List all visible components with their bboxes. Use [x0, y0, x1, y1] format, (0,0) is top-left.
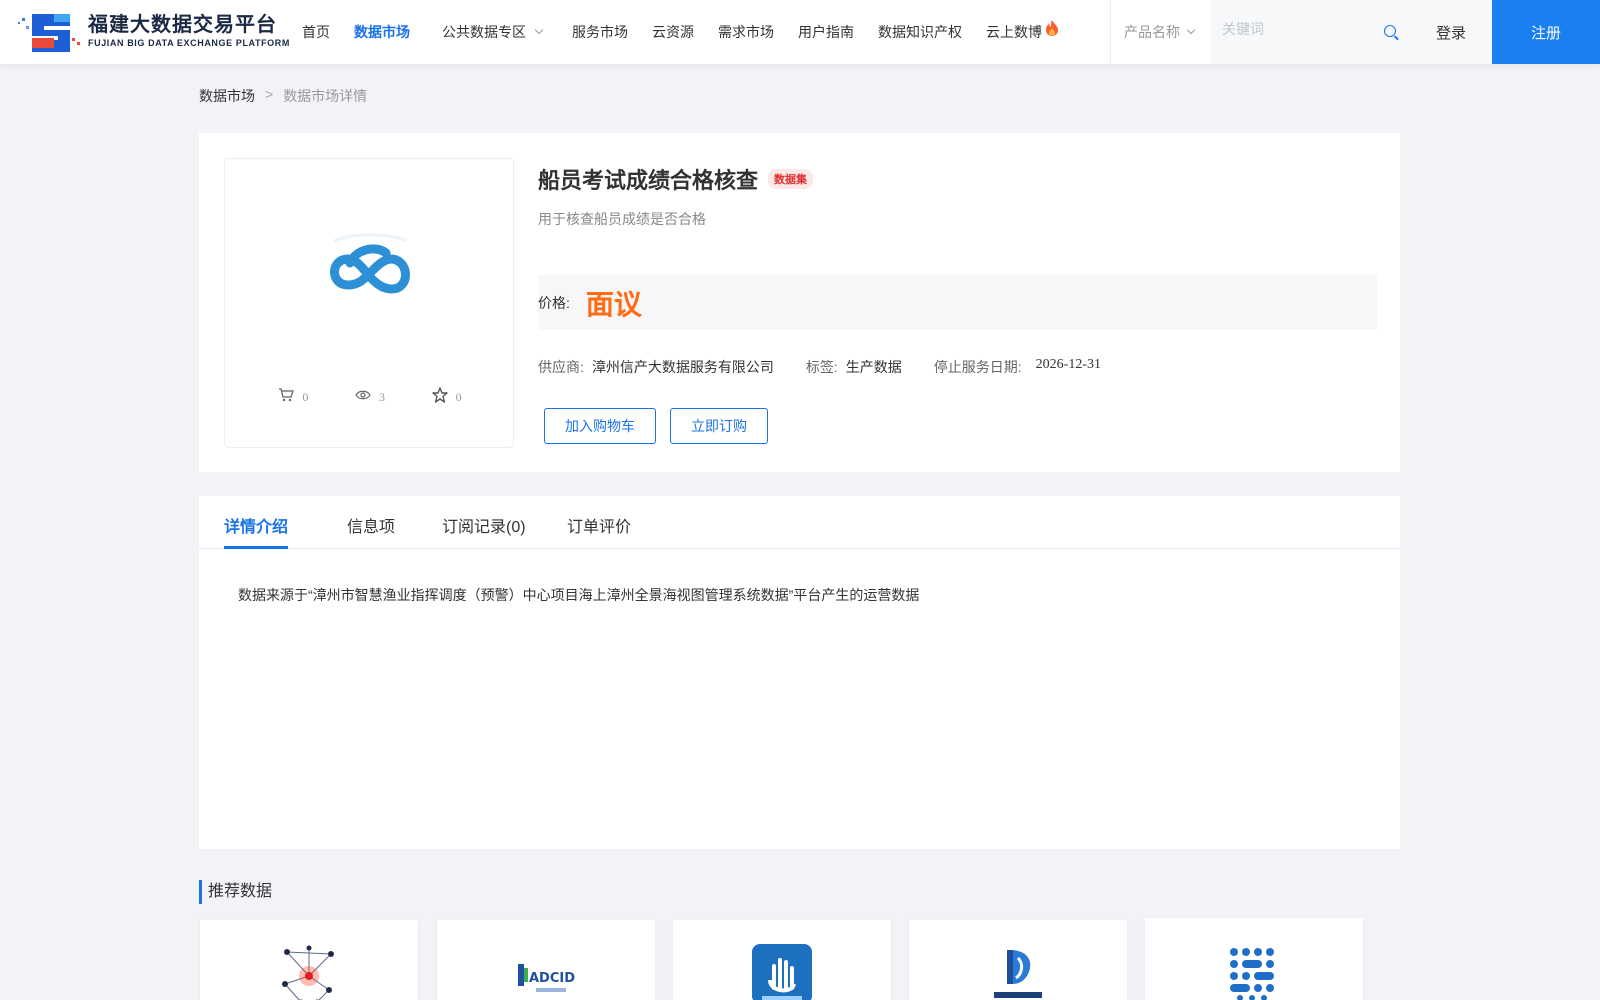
- tab-order-reviews[interactable]: 订单评价: [567, 513, 631, 537]
- recommend-card[interactable]: [909, 920, 1127, 1000]
- recommend-card[interactable]: [673, 920, 891, 1000]
- search-icon[interactable]: [1384, 25, 1396, 37]
- chevron-down-icon: [534, 25, 544, 35]
- detail-tabs: 详情介绍 信息项 订阅记录(0) 订单评价: [199, 496, 1400, 549]
- recommend-card[interactable]: ADCID: [437, 920, 655, 1000]
- site-logo[interactable]: 福建大数据交易平台 FUJIAN BIG DATA EXCHANGE PLATF…: [16, 8, 290, 54]
- recommend-card[interactable]: [1145, 918, 1363, 1000]
- favorite-count-stat[interactable]: 0: [431, 387, 462, 407]
- detail-card: 详情介绍 信息项 订阅记录(0) 订单评价 数据来源于“漳州市智慧渔业指挥调度（…: [199, 496, 1400, 849]
- breadcrumb-data-market[interactable]: 数据市场: [199, 86, 255, 106]
- product-thumbnail: 0 3 0: [224, 158, 514, 448]
- nav-cloud-expo-label: 云上数博: [986, 24, 1042, 40]
- breadcrumb-separator: >: [265, 86, 274, 102]
- nav-public-data-label: 公共数据专区: [442, 24, 526, 40]
- register-button[interactable]: 注册: [1492, 0, 1600, 64]
- subscribe-now-button[interactable]: 立即订购: [670, 408, 768, 444]
- nav-data-ip[interactable]: 数据知识产权: [878, 22, 962, 42]
- cart-count-stat: 0: [278, 387, 308, 407]
- detail-description: 数据来源于“漳州市智慧渔业指挥调度（预警）中心项目海上漳州全景海视图管理系统数据…: [238, 587, 920, 603]
- logo-mark-icon: [16, 8, 84, 54]
- breadcrumb-current: 数据市场详情: [283, 88, 368, 104]
- tag-value: 生产数据: [845, 359, 902, 375]
- product-title: 船员考试成绩合格核查: [538, 168, 759, 193]
- supplier-name: 漳州信产大数据服务有限公司: [591, 359, 774, 375]
- nav-service-market[interactable]: 服务市场: [572, 22, 628, 42]
- stop-date-label: 停止服务日期:: [933, 359, 1022, 375]
- tab-subscription-records[interactable]: 订阅记录(0): [442, 513, 526, 537]
- logo-english-name: FUJIAN BIG DATA EXCHANGE PLATFORM: [88, 38, 290, 48]
- stop-date-value: 2026-12-31: [1035, 357, 1101, 372]
- star-icon[interactable]: [431, 387, 448, 407]
- nav-data-market[interactable]: 数据市场: [354, 22, 410, 42]
- nav-cloud-resources[interactable]: 云资源: [652, 22, 694, 42]
- d-logo-icon: [988, 944, 1048, 1000]
- product-type-badge: 数据集: [768, 169, 814, 189]
- cart-count: 0: [302, 389, 309, 404]
- product-card: 0 3 0 船员考试成绩合格核查 数据集 用于核查船员成绩是否合格 价格: 面议…: [199, 133, 1400, 472]
- view-count-stat: 3: [355, 387, 385, 407]
- adcid-logo-icon: ADCID: [516, 944, 576, 1000]
- add-to-cart-button[interactable]: 加入购物车: [544, 408, 656, 444]
- cart-icon: [278, 388, 295, 406]
- price-label: 价格:: [538, 294, 570, 311]
- nav-public-data[interactable]: 公共数据专区: [442, 22, 544, 42]
- product-meta: 供应商: 漳州信产大数据服务有限公司 标签: 生产数据 停止服务日期: 2026…: [538, 357, 1101, 377]
- supplier-label: 供应商:: [538, 359, 584, 375]
- dot-grid-icon: [1224, 942, 1284, 1000]
- main-nav: 首页 数据市场 公共数据专区 服务市场 云资源 需求市场 用户指南 数据知识产权…: [302, 0, 1060, 64]
- top-header: 福建大数据交易平台 FUJIAN BIG DATA EXCHANGE PLATF…: [0, 0, 1600, 64]
- recommend-card[interactable]: [200, 920, 418, 1000]
- tab-info-items[interactable]: 信息项: [347, 513, 395, 537]
- fire-icon: [1044, 19, 1060, 40]
- login-button[interactable]: 登录: [1410, 0, 1492, 64]
- active-tab-indicator: [224, 546, 288, 549]
- tag-label: 标签:: [805, 359, 838, 375]
- network-graph-icon: [279, 944, 339, 1000]
- chevron-down-icon: [1186, 25, 1196, 35]
- breadcrumb: 数据市场 > 数据市场详情: [199, 86, 367, 106]
- product-title-row: 船员考试成绩合格核查 数据集: [538, 163, 814, 195]
- price-bar: 价格: 面议: [538, 275, 1377, 330]
- nav-home[interactable]: 首页: [302, 22, 330, 42]
- product-description: 用于核查船员成绩是否合格: [538, 211, 706, 227]
- favorite-count: 0: [455, 389, 462, 404]
- tab-detail-intro[interactable]: 详情介绍: [224, 513, 288, 537]
- view-count: 3: [378, 389, 385, 404]
- svg-text:ADCID: ADCID: [529, 971, 575, 986]
- logo-chinese-name: 福建大数据交易平台: [88, 14, 277, 36]
- search-type-label: 产品名称: [1124, 24, 1180, 40]
- nav-demand-market[interactable]: 需求市场: [718, 22, 774, 42]
- search-type-select[interactable]: 产品名称: [1124, 22, 1196, 42]
- eye-icon: [355, 389, 371, 405]
- nav-cloud-expo[interactable]: 云上数博: [986, 19, 1060, 42]
- recommend-section-title: 推荐数据: [199, 880, 272, 904]
- product-stats: 0 3 0: [225, 387, 515, 407]
- search-input[interactable]: [1222, 21, 1372, 37]
- price-value: 面议: [585, 288, 642, 320]
- search-box: [1210, 0, 1410, 64]
- hand-app-icon: [752, 944, 812, 1000]
- cloud-infinity-logo-icon: [320, 219, 420, 324]
- nav-user-guide[interactable]: 用户指南: [798, 22, 854, 42]
- header-divider: [1110, 0, 1111, 64]
